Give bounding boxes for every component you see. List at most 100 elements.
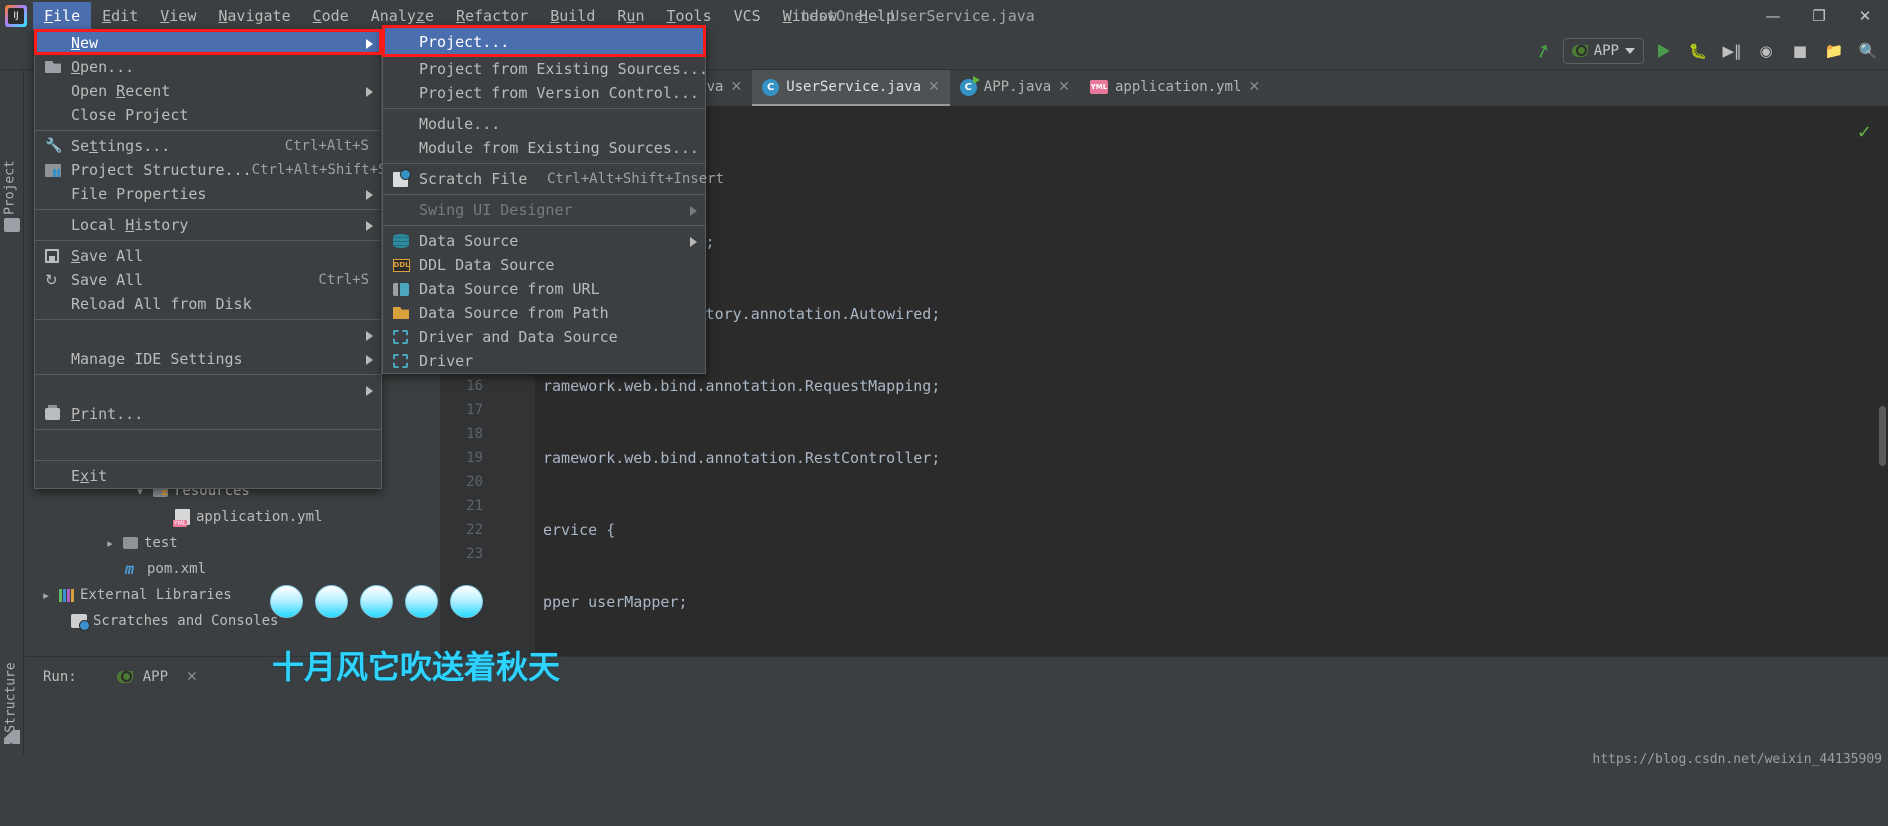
editor-tab-label: application.yml	[1114, 79, 1242, 95]
maximize-button[interactable]: ❐	[1796, 0, 1842, 32]
editor-tab-label: UserService.java	[786, 79, 922, 95]
driver-icon	[393, 354, 408, 368]
menu-item-module-from-existing-sources[interactable]: Module from Existing Sources...	[383, 136, 705, 160]
gutter-line-number: 19	[466, 450, 483, 466]
close-icon[interactable]: ✕	[186, 669, 198, 685]
menu-separator	[35, 429, 381, 430]
chevron-right-icon	[690, 237, 697, 247]
close-button[interactable]: ✕	[1842, 0, 1888, 32]
menu-item-ddl-data-source[interactable]: DDL DDL Data Source	[383, 253, 705, 277]
code-text[interactable]: e.service; .mapper.UserMapper; ramework.…	[535, 106, 1888, 656]
menu-item-data-source-from-url[interactable]: Data Source from URL	[383, 277, 705, 301]
menu-item-invalidate-caches[interactable]: Reload All from Disk	[35, 292, 381, 316]
menubar-item-vcs[interactable]: VCS	[723, 2, 772, 30]
bubble-icon	[360, 585, 393, 618]
maven-icon: m	[125, 560, 135, 578]
project-structure-icon	[45, 163, 61, 177]
menu-item-print[interactable]: Print...	[35, 402, 381, 426]
spring-boot-icon	[1571, 45, 1588, 57]
search-icon[interactable]: 🔍	[1854, 38, 1882, 64]
tree-node-pom-xml[interactable]: m pom.xml	[25, 556, 440, 582]
editor-scrollbar-thumb[interactable]	[1879, 406, 1886, 466]
bubble-decoration	[270, 585, 483, 618]
bubble-icon	[450, 585, 483, 618]
menubar-item-file[interactable]: File	[33, 2, 92, 30]
menu-item-manage-ide-settings[interactable]	[35, 323, 381, 347]
chevron-right-icon	[366, 331, 373, 341]
menu-item-local-history[interactable]: Local History	[35, 213, 381, 237]
editor-tab-app[interactable]: C APP.java ✕	[950, 70, 1080, 106]
close-icon[interactable]: ✕	[730, 79, 742, 95]
libraries-icon	[59, 588, 74, 602]
menu-item-new-projects-settings[interactable]: Manage IDE Settings	[35, 347, 381, 371]
editor-tab-application-yml[interactable]: YML application.yml ✕	[1080, 70, 1270, 106]
tool-window-button-project[interactable]: Project	[3, 156, 18, 220]
menu-item-power-save-mode[interactable]	[35, 433, 381, 457]
close-icon[interactable]: ✕	[928, 79, 940, 95]
menu-item-data-source-from-path[interactable]: Data Source from Path	[383, 301, 705, 325]
file-menu-popup[interactable]: New Open... Open Recent Close Project 🔧 …	[34, 30, 386, 489]
profile-button[interactable]: ◉	[1752, 38, 1780, 64]
menu-item-swing-ui-designer[interactable]: Swing UI Designer	[383, 198, 705, 222]
menu-item-project[interactable]: Project...	[383, 27, 705, 57]
window-title: testOne - UserService.java	[800, 7, 1035, 25]
tree-node-application-yml[interactable]: application.yml	[25, 504, 440, 530]
menu-item-save-all[interactable]: Save All	[35, 244, 381, 268]
data-source-path-icon	[393, 307, 409, 319]
menu-item-module[interactable]: Module...	[383, 112, 705, 136]
menu-item-export[interactable]	[35, 378, 381, 402]
gutter-line-number: 21	[466, 498, 483, 514]
menubar-item-navigate[interactable]: Navigate	[207, 2, 301, 30]
menubar-item-edit[interactable]: Edit	[91, 2, 149, 30]
menu-shortcut: Ctrl+Alt+Shift+S	[251, 162, 387, 178]
menu-item-settings[interactable]: 🔧 Settings... Ctrl+Alt+S	[35, 134, 381, 158]
editor-tab-userservice[interactable]: C UserService.java ✕	[752, 70, 950, 106]
spring-boot-icon	[116, 670, 133, 683]
menu-item-new[interactable]: New	[35, 31, 381, 55]
menu-item-exit[interactable]: Exit	[35, 464, 381, 488]
menu-item-file-properties[interactable]: File Properties	[35, 182, 381, 206]
menu-item-driver[interactable]: Driver	[383, 349, 705, 373]
gutter-line-number: 17	[466, 402, 483, 418]
menu-item-project-structure[interactable]: Project Structure... Ctrl+Alt+Shift+S	[35, 158, 386, 182]
stop-button[interactable]: ■	[1786, 38, 1814, 64]
minimize-button[interactable]: —	[1750, 0, 1796, 32]
chevron-right-icon	[690, 206, 697, 216]
yml-file-icon	[173, 509, 190, 527]
menu-item-close-project[interactable]: Close Project	[35, 103, 381, 127]
menu-item-driver-and-data-source[interactable]: Driver and Data Source	[383, 325, 705, 349]
bubble-icon	[270, 585, 303, 618]
debug-button[interactable]: 🐛	[1684, 38, 1712, 64]
checkmark-icon[interactable]: ✓	[1857, 122, 1872, 143]
menu-separator	[35, 240, 381, 241]
new-submenu-popup[interactable]: Project... Project from Existing Sources…	[382, 26, 724, 374]
run-button[interactable]	[1650, 38, 1678, 64]
hammer-icon[interactable]: ➚	[1525, 34, 1560, 68]
tree-node-test[interactable]: ▸ test	[25, 530, 440, 556]
menu-item-open[interactable]: Open...	[35, 55, 381, 79]
close-icon[interactable]: ✕	[1248, 79, 1260, 95]
menu-item-data-source[interactable]: Data Source	[383, 229, 705, 253]
close-icon[interactable]: ✕	[1058, 79, 1070, 95]
folder-open-icon[interactable]: 📁	[1820, 38, 1848, 64]
status-bar: https://blog.csdn.net/weixin_44135909	[0, 752, 1888, 826]
runnable-class-badge-icon: C	[959, 75, 980, 96]
blog-url-watermark: https://blog.csdn.net/weixin_44135909	[1592, 752, 1882, 767]
tool-window-button-structure[interactable]: Structure	[4, 655, 19, 741]
gutter-line-number: 23	[466, 546, 483, 562]
scratches-icon	[71, 614, 90, 631]
run-with-coverage-button[interactable]: ▶‖	[1718, 38, 1746, 64]
menu-separator	[35, 130, 381, 131]
tree-node-label: External Libraries	[80, 587, 232, 603]
menu-item-project-from-version-control[interactable]: Project from Version Control...	[383, 81, 705, 105]
menu-item-project-from-existing-sources[interactable]: Project from Existing Sources...	[383, 57, 708, 81]
menu-separator	[35, 460, 381, 461]
menubar-item-code[interactable]: Code	[302, 2, 360, 30]
menu-item-scratch-file[interactable]: Scratch File Ctrl+Alt+Shift+Insert	[383, 167, 724, 191]
chevron-right-icon[interactable]: ▸	[103, 537, 117, 550]
menubar-item-view[interactable]: View	[149, 2, 207, 30]
run-configuration-selector[interactable]: APP	[1562, 38, 1644, 64]
menu-item-open-recent[interactable]: Open Recent	[35, 79, 381, 103]
menu-item-reload-all-from-disk[interactable]: ↻ Save All Ctrl+S	[35, 268, 381, 292]
chevron-right-icon[interactable]: ▸	[39, 589, 53, 602]
